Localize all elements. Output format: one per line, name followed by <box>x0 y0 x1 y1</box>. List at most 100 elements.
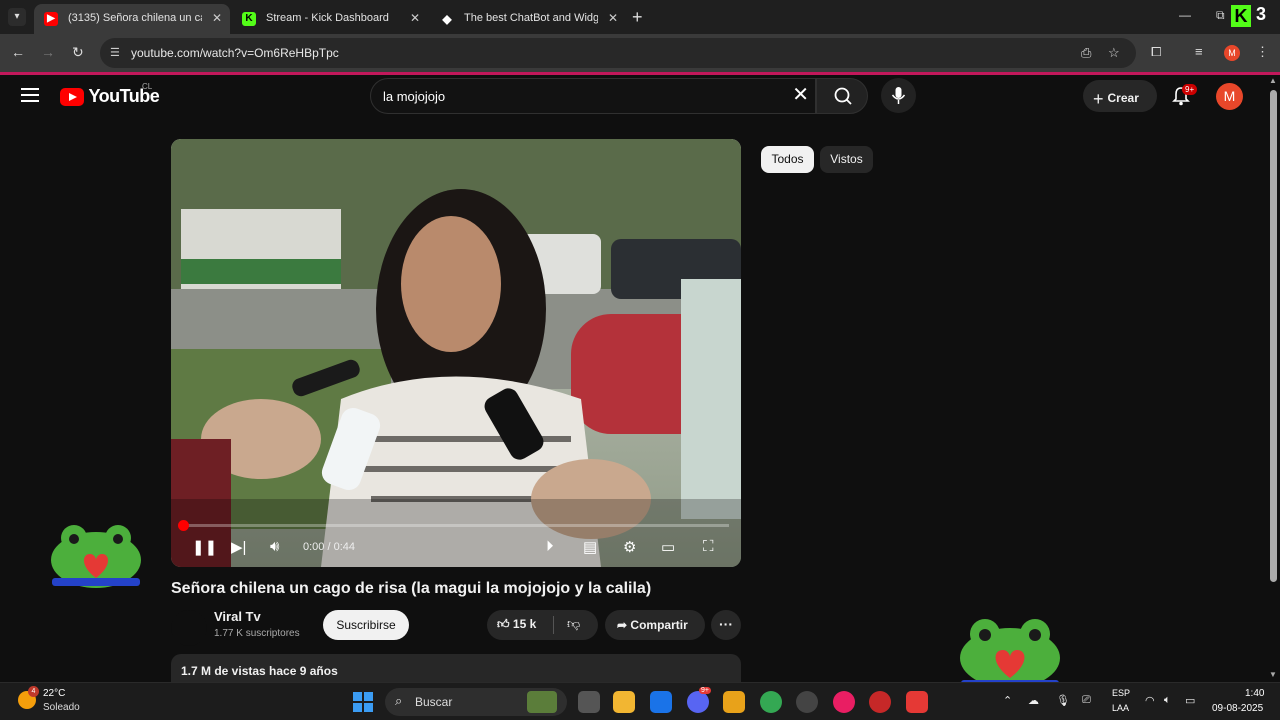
like-count: 15 k <box>512 617 537 631</box>
keyboard-layout[interactable]: LAA <box>1112 703 1129 713</box>
windows-start-icon[interactable] <box>353 692 373 712</box>
search-input[interactable]: la mojojojo ✕ <box>370 78 816 114</box>
theater-mode-icon[interactable]: ▭ <box>661 538 675 556</box>
chip-watched[interactable]: Vistos <box>820 146 873 173</box>
page-load-bar <box>0 72 1280 75</box>
scroll-up-icon[interactable]: ▲ <box>1269 76 1277 85</box>
autoplay-toggle-icon[interactable]: ⏵ <box>546 538 554 555</box>
minimize-button[interactable]: — <box>1179 8 1191 22</box>
plus-icon: + <box>1093 89 1104 109</box>
video-title: Señora chilena un cago de risa (la magui… <box>171 580 652 597</box>
volume-icon[interactable]: 🔊︎ <box>270 538 279 555</box>
subscribe-button[interactable]: Suscribirse <box>323 610 409 640</box>
restore-button[interactable]: ⧉ <box>1216 8 1225 23</box>
scroll-down-icon[interactable]: ▼ <box>1269 670 1277 679</box>
tab-youtube[interactable]: ▶ (3135) Señora chilena un ca ✕ <box>34 4 230 34</box>
bookmark-star-icon[interactable]: ☆ <box>1108 45 1120 61</box>
close-icon[interactable]: ✕ <box>410 11 420 25</box>
weather-temperature[interactable]: 22°C <box>43 688 65 699</box>
task-view-icon[interactable] <box>578 691 600 713</box>
display-icon[interactable]: ⎚ <box>1082 694 1091 707</box>
app-icon[interactable] <box>869 691 891 713</box>
file-explorer-icon[interactable] <box>613 691 635 713</box>
share-label: Compartir <box>630 618 688 632</box>
app-icon[interactable] <box>796 691 818 713</box>
clock-time[interactable]: 1:40 <box>1245 688 1264 699</box>
description-box[interactable]: 1.7 M de vistas hace 9 años <box>171 654 741 684</box>
pause-icon[interactable]: ❚❚ <box>192 538 217 556</box>
chrome-icon[interactable] <box>760 691 782 713</box>
channel-avatar[interactable] <box>171 610 207 646</box>
show-hidden-icons[interactable]: ⌃ <box>1003 694 1012 707</box>
like-dislike-group: 👍︎ 15 k 👎︎ <box>487 610 598 640</box>
profile-avatar[interactable]: M <box>1224 45 1240 61</box>
media-controls-icon[interactable]: ≡ <box>1195 44 1203 59</box>
divider <box>553 616 554 634</box>
share-button[interactable]: ➦ Compartir <box>605 610 705 640</box>
menu-kebab-icon[interactable]: ⋮ <box>1256 44 1269 60</box>
search-icon <box>834 87 852 105</box>
close-icon[interactable]: ✕ <box>212 11 222 25</box>
install-app-icon[interactable]: ⎙ <box>1081 45 1091 61</box>
dislike-button[interactable]: 👎︎ <box>567 616 580 632</box>
store-icon[interactable] <box>650 691 672 713</box>
forward-icon[interactable]: → <box>41 44 55 60</box>
battery-icon[interactable]: ▭ <box>1185 694 1195 707</box>
youtube-logo[interactable]: YouTube CL <box>60 82 160 107</box>
progress-scrubber[interactable] <box>178 520 189 531</box>
search-icon: ⌕ <box>395 693 403 708</box>
channel-name[interactable]: Viral Tv <box>214 609 261 624</box>
subscriber-count: 1.77 K suscriptores <box>214 628 300 639</box>
wifi-icon[interactable]: ◠ <box>1145 694 1155 707</box>
taskbar-search[interactable]: ⌕ Buscar <box>385 688 567 716</box>
create-button[interactable]: + Crear <box>1083 80 1157 112</box>
microphone-icon[interactable]: 🎙︎ <box>1056 694 1070 707</box>
chip-all[interactable]: Todos <box>761 146 814 173</box>
guide-menu-icon[interactable] <box>21 88 39 102</box>
voice-search-button[interactable] <box>881 78 916 113</box>
scrollbar-thumb[interactable] <box>1270 90 1277 582</box>
extensions-icon[interactable]: ⧠ <box>1151 44 1161 60</box>
volume-icon[interactable]: 🔈︎ <box>1164 694 1171 707</box>
progress-bar[interactable] <box>183 524 729 527</box>
site-info-icon[interactable]: ☰ <box>110 46 120 59</box>
thumbs-down-icon: 👎︎ <box>567 616 581 631</box>
browser-toolbar: ← → ↻ ☰ youtube.com/watch?v=Om6ReHBpTpc … <box>0 34 1280 72</box>
video-frame <box>171 139 741 567</box>
new-tab-button[interactable]: + <box>632 8 643 26</box>
discord-icon[interactable] <box>687 691 709 713</box>
video-player[interactable] <box>171 139 741 567</box>
subtitles-icon[interactable]: ▤ <box>583 538 597 556</box>
reload-icon[interactable]: ↻ <box>72 44 84 61</box>
like-button[interactable]: 👍︎ 15 k <box>497 617 536 632</box>
account-avatar[interactable]: M <box>1216 83 1243 110</box>
taskbar-search-placeholder: Buscar <box>415 695 453 709</box>
address-bar[interactable]: ☰ youtube.com/watch?v=Om6ReHBpTpc ⎙ ☆ <box>100 38 1136 68</box>
notifications-badge: 9+ <box>1182 84 1198 95</box>
settings-gear-icon[interactable]: ⚙ <box>623 538 636 556</box>
tab-search-button[interactable]: ▾ <box>8 8 26 26</box>
microphone-icon <box>891 87 906 104</box>
cloud-offline-icon[interactable]: ☁ <box>1028 694 1039 707</box>
clock-date[interactable]: 09-08-2025 <box>1212 703 1263 714</box>
country-code: CL <box>142 82 153 91</box>
next-icon[interactable]: ▶| <box>231 538 246 556</box>
app-icon[interactable] <box>723 691 745 713</box>
weather-condition[interactable]: Soleado <box>43 702 80 713</box>
diamond-icon: ◆ <box>442 12 452 26</box>
search-query[interactable]: la mojojojo <box>383 89 445 104</box>
close-icon[interactable]: ✕ <box>608 11 618 25</box>
more-actions-button[interactable]: ··· <box>711 610 741 640</box>
language-indicator[interactable]: ESP <box>1112 688 1130 698</box>
lightning-app-icon[interactable] <box>906 691 928 713</box>
frog-heart-sticker <box>960 619 1060 689</box>
tab-chatbot[interactable]: ◆ The best ChatBot and Widgets ✕ <box>430 4 626 34</box>
clear-search-icon[interactable]: ✕ <box>792 84 809 106</box>
back-icon[interactable]: ← <box>11 44 25 60</box>
fullscreen-icon[interactable]: ⛶ <box>703 538 714 555</box>
url-text[interactable]: youtube.com/watch?v=Om6ReHBpTpc <box>131 46 339 60</box>
tab-kick-dashboard[interactable]: K Stream - Kick Dashboard ✕ <box>232 4 428 34</box>
search-button[interactable] <box>816 78 868 114</box>
media-player-icon[interactable] <box>833 691 855 713</box>
windows-taskbar: 4 22°C Soleado ⌕ Buscar 9+ ⌃ ☁ 🎙︎ ⎚ ESP … <box>0 682 1280 720</box>
